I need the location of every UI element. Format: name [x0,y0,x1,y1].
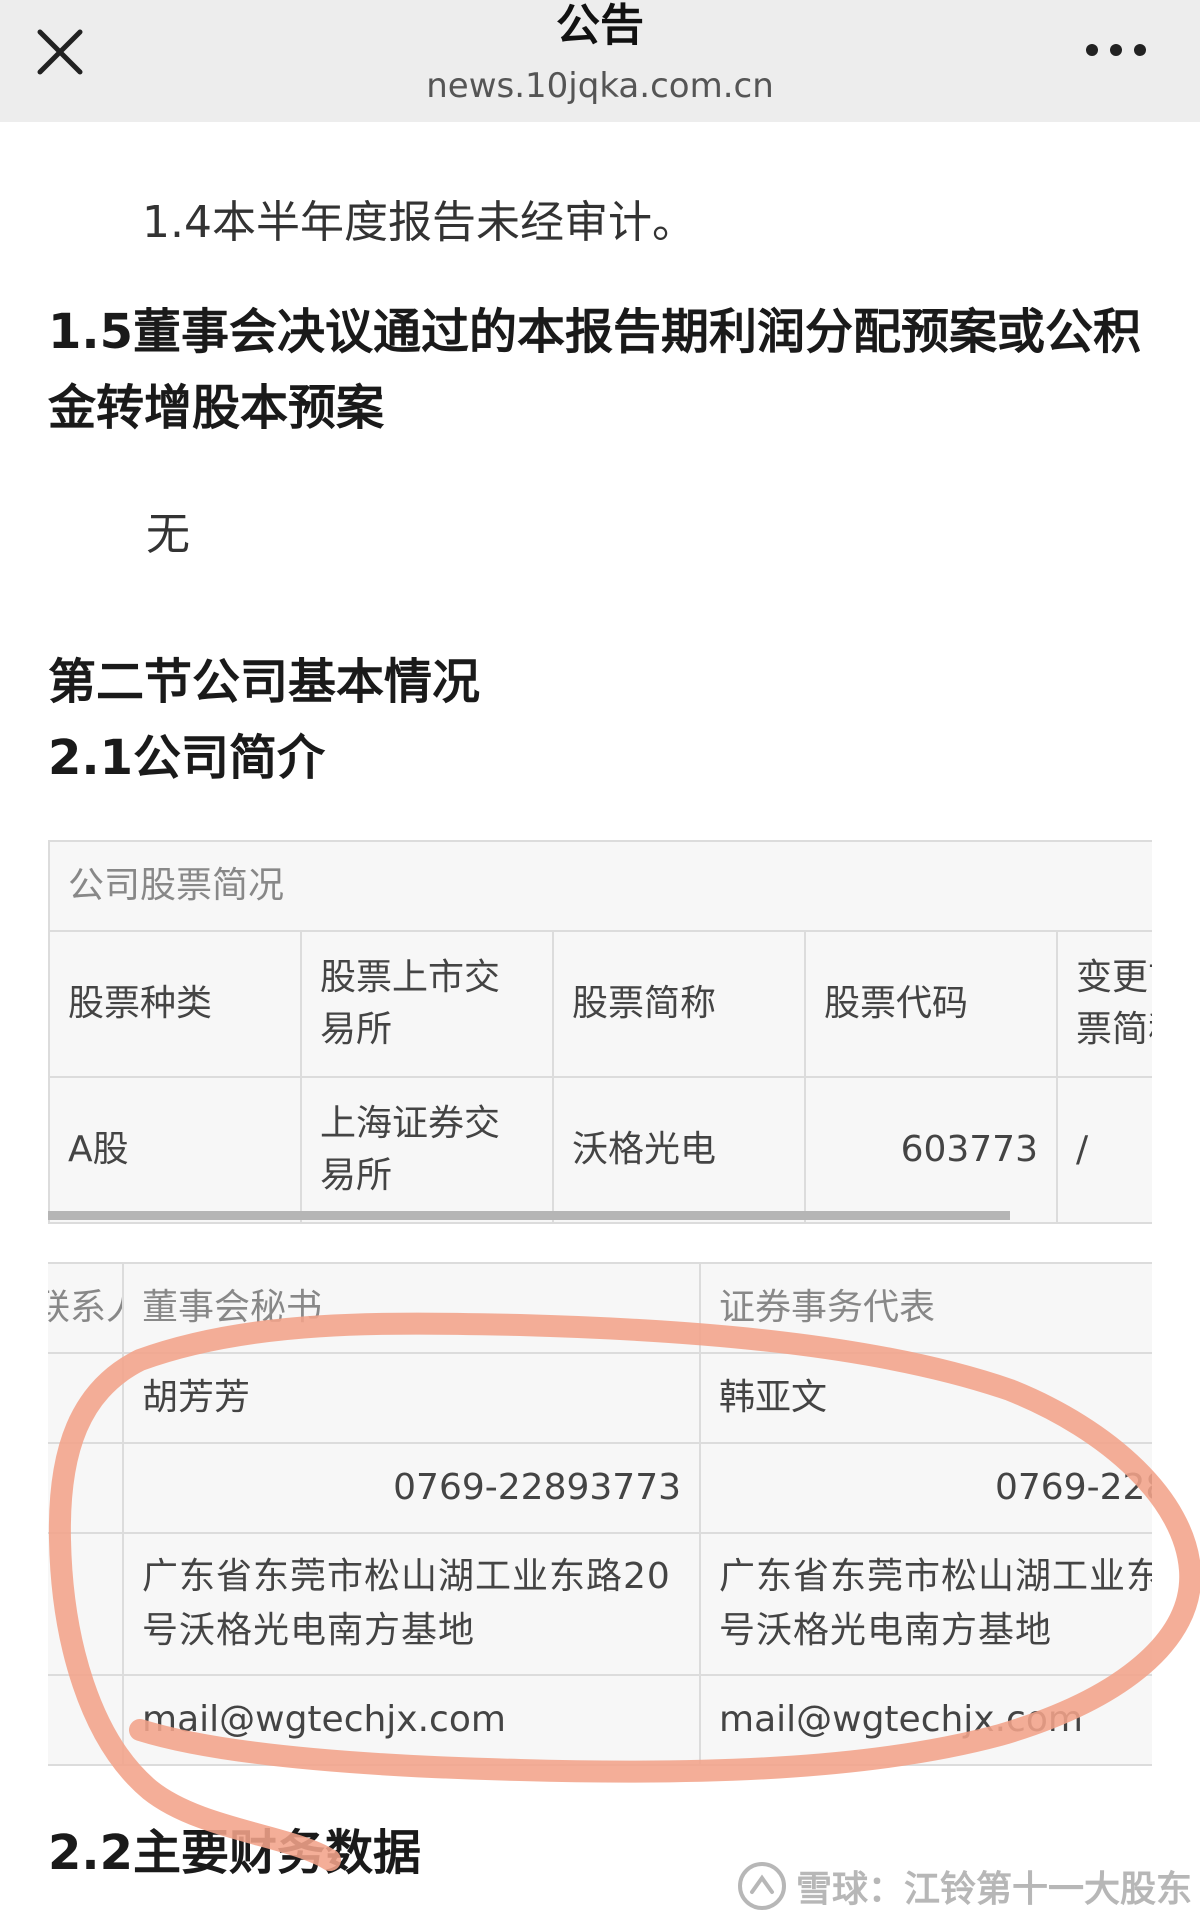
contact-info-table[interactable]: 联系人和联系方式 董事会秘书 证券事务代表 胡芳芳 韩亚文 0769-22893… [48,1262,1152,1772]
table-header-cell: 股票上市交易所 [300,930,554,1078]
table-row: 广东省东莞市松山湖工业东路20号沃格光电南方基地 广东省东莞市松山湖工业东路20… [48,1532,1152,1676]
table-header-cell: 股票种类 [48,930,302,1078]
section-2-title: 第二节公司基本情况 [48,654,481,710]
table-header-cell: 股票简称 [552,930,806,1078]
table-row: 0769-22893773 0769-22893773 [48,1442,1152,1534]
heading-2-2: 2.2主要财务数据 [48,1825,422,1881]
more-icon [1086,44,1146,56]
table-header-cell: 证券事务代表 [699,1262,1152,1354]
table-cell [48,1352,124,1444]
table-cell: 603773 [804,1076,1058,1224]
table-caption: 公司股票简况 [48,840,1152,932]
page-url: news.10jqka.com.cn [426,66,774,106]
table-cell: 广东省东莞市松山湖工业东路20号沃格光电南方基地 [122,1532,701,1676]
table-cell [48,1532,124,1676]
table-cell: 0769-22893773 [122,1442,701,1534]
table-cell: 上海证券交易所 [300,1076,554,1224]
table-cell: mail@wgtechjx.com [699,1674,1152,1766]
table-row: mail@wgtechjx.com mail@wgtechjx.com [48,1674,1152,1766]
stock-summary-table[interactable]: 公司股票简况 股票种类 股票上市交易所 股票简称 股票代码 变更前股票简称 A股… [48,840,1152,1224]
table-cell [48,1442,124,1534]
xueqiu-logo-icon [738,1862,786,1910]
paragraph-none: 无 [146,509,190,560]
watermark-text: 雪球：江铃第十一大股东 [796,1869,1193,1910]
table-cell: 沃格光电 [552,1076,806,1224]
page-title: 公告 [556,0,644,51]
table-header-cell: 董事会秘书 [122,1262,701,1354]
table-row: A股 上海证券交易所 沃格光电 603773 / [48,1076,1152,1224]
table-cell: A股 [48,1076,302,1224]
table-cell: 胡芳芳 [122,1352,701,1444]
table-header-cell: 联系人和联系方式 [48,1262,124,1354]
watermark: 雪球：江铃第十一大股东 [736,1858,1192,1914]
heading-2-1: 2.1公司简介 [48,730,326,786]
table-cell: 0769-22893773 [699,1442,1152,1534]
heading-1-5: 1.5董事会决议通过的本报告期利润分配预案或公积金转增股本预案 [48,304,1142,436]
horizontal-scrollbar[interactable] [48,1211,1010,1220]
table-cell [48,1674,124,1766]
paragraph-audit: 1.4本半年度报告未经审计。 [142,197,696,248]
table-cell: / [1055,1076,1152,1224]
more-button[interactable] [1080,30,1160,70]
table-header-cell: 股票代码 [804,930,1058,1078]
table-cell: mail@wgtechjx.com [122,1674,701,1766]
top-nav-bar: 公告 news.10jqka.com.cn [0,0,1200,122]
table-header-cell: 变更前股票简称 [1055,930,1152,1078]
table-cell: 韩亚文 [699,1352,1152,1444]
table-row: 胡芳芳 韩亚文 [48,1352,1152,1444]
table-cell: 广东省东莞市松山湖工业东路20号沃格光电南方基地 [699,1532,1152,1676]
